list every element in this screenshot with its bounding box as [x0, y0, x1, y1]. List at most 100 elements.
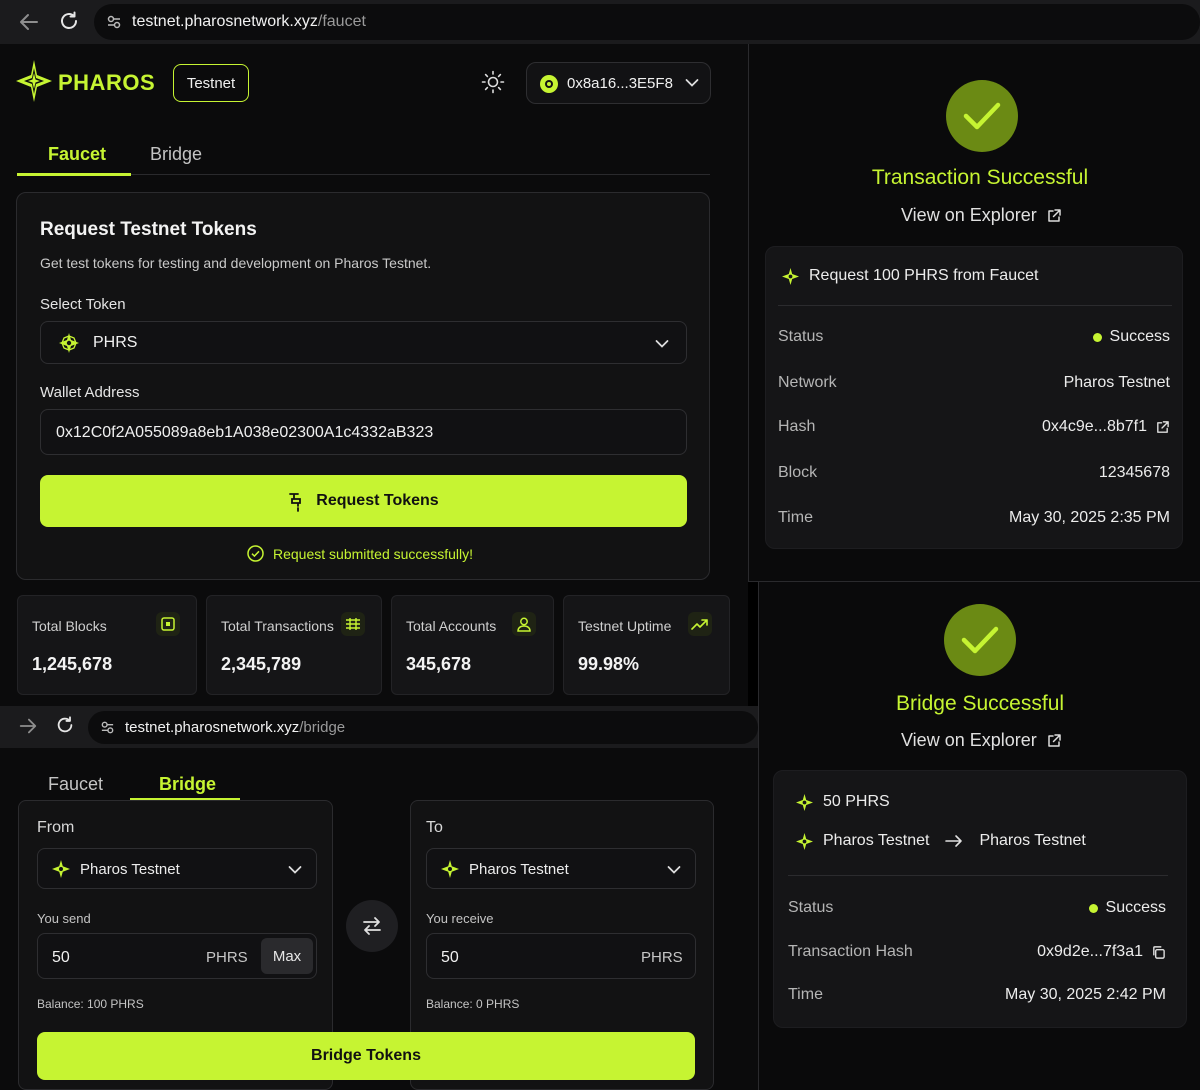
stat-label: Testnet Uptime	[578, 618, 672, 634]
wallet-address-label: Wallet Address	[40, 384, 140, 401]
site-settings-icon[interactable]	[100, 720, 115, 735]
pharos-token-icon	[441, 860, 459, 878]
time-value: May 30, 2025 2:42 PM	[1005, 986, 1166, 1003]
forward-arrow-icon[interactable]	[18, 716, 38, 736]
wallet-address-value: 0x12C0f2A055089a8eb1A038e02300A1c4332aB3…	[56, 424, 434, 441]
stat-label: Total Blocks	[32, 618, 107, 634]
swap-arrows-icon	[361, 916, 383, 936]
you-send-label: You send	[37, 911, 91, 926]
receive-balance: Balance: 0 PHRS	[426, 997, 520, 1011]
status-value: Success	[1105, 899, 1166, 916]
block-icon	[156, 612, 180, 636]
receive-amount-value: 50	[441, 949, 459, 966]
request-tokens-button[interactable]: Request Tokens	[40, 475, 687, 527]
stat-value: 345,678	[406, 654, 472, 674]
url-host: testnet.pharosnetwork.xyz	[132, 13, 318, 30]
theme-toggle-sun-icon[interactable]	[481, 70, 505, 94]
summary-text: Request 100 PHRS from Faucet	[809, 267, 1039, 284]
bridge-tokens-button[interactable]: Bridge Tokens	[37, 1032, 695, 1080]
bridge-details-card: 50 PHRS Pharos Testnet Pharos Testnet St…	[773, 770, 1187, 1028]
view-on-explorer-link[interactable]: View on Explorer	[901, 730, 1062, 751]
arrow-right-icon	[945, 834, 963, 848]
reload-icon[interactable]	[55, 715, 75, 735]
pharos-token-icon	[59, 333, 79, 353]
request-tokens-card: Request Testnet Tokens Get test tokens f…	[16, 192, 710, 580]
from-label: From	[37, 819, 75, 836]
divider	[788, 875, 1168, 876]
success-text: Request submitted successfully!	[273, 545, 473, 562]
view-on-explorer-label: View on Explorer	[901, 205, 1037, 225]
card-title: Request Testnet Tokens	[40, 219, 257, 240]
block-value: 12345678	[1098, 464, 1170, 481]
stat-total-accounts: Total Accounts 345,678	[391, 595, 554, 695]
transactions-icon	[341, 612, 365, 636]
max-label: Max	[272, 947, 302, 965]
url-path: /bridge	[299, 719, 346, 736]
from-network-select[interactable]: Pharos Testnet	[37, 848, 317, 889]
token-select[interactable]: PHRS	[40, 321, 687, 364]
url-path: /faucet	[317, 13, 366, 30]
transaction-hash-value[interactable]: 0x9d2e...7f3a1	[1037, 943, 1143, 961]
transaction-summary: Request 100 PHRS from Faucet	[782, 267, 1038, 285]
transaction-details-card: Request 100 PHRS from Faucet Status Succ…	[765, 246, 1183, 549]
browser-toolbar-faucet: testnet.pharosnetwork.xyz/faucet	[0, 0, 1200, 44]
stat-total-transactions: Total Transactions 2,345,789	[206, 595, 382, 695]
transaction-success-panel: Transaction Successful View on Explorer …	[748, 44, 1200, 582]
tab-bridge[interactable]: Bridge	[159, 774, 216, 795]
bridge-tokens-label: Bridge Tokens	[311, 1047, 421, 1064]
view-on-explorer-label: View on Explorer	[901, 730, 1037, 750]
tab-bridge[interactable]: Bridge	[150, 144, 202, 165]
you-receive-label: You receive	[426, 911, 494, 926]
receive-amount-input: 50 PHRS	[426, 933, 696, 979]
external-link-icon[interactable]	[1155, 420, 1170, 435]
bridge-success-panel: Bridge Successful View on Explorer 50 PH…	[758, 582, 1200, 1090]
tab-faucet[interactable]: Faucet	[48, 144, 106, 165]
modal-title: Bridge Successful	[895, 692, 1065, 715]
detail-row-time: Time May 30, 2025 2:42 PM	[788, 986, 1166, 1003]
pharos-token-icon	[796, 793, 813, 811]
wallet-button[interactable]: 0x8a16...3E5F8	[526, 62, 711, 104]
stat-label: Total Transactions	[221, 618, 334, 634]
view-on-explorer-link[interactable]: View on Explorer	[901, 205, 1062, 226]
site-settings-icon[interactable]	[106, 14, 122, 30]
copy-icon[interactable]	[1151, 945, 1166, 960]
request-tokens-label: Request Tokens	[316, 492, 439, 509]
divider	[778, 305, 1172, 306]
back-arrow-icon[interactable]	[18, 11, 40, 33]
stat-value: 99.98%	[578, 654, 640, 674]
modal-title: Transaction Successful	[871, 166, 1089, 189]
wallet-address-input[interactable]: 0x12C0f2A055089a8eb1A038e02300A1c4332aB3…	[40, 409, 687, 455]
success-check-icon	[946, 80, 1018, 152]
browser-toolbar-bridge: testnet.pharosnetwork.xyz/bridge	[0, 706, 758, 748]
trend-up-icon	[688, 612, 712, 636]
swap-direction-button[interactable]	[346, 900, 398, 952]
faucet-tap-icon	[288, 490, 304, 512]
success-message: Request submitted successfully!	[247, 545, 473, 562]
detail-row-time: Time May 30, 2025 2:35 PM	[778, 509, 1170, 526]
bridge-amount-value: 50 PHRS	[823, 793, 890, 810]
stat-value: 1,245,678	[32, 654, 113, 674]
pharos-logo-icon	[16, 60, 52, 102]
chevron-down-icon	[288, 865, 302, 875]
pharos-token-icon	[796, 832, 813, 850]
to-network-value: Pharos Testnet	[469, 861, 569, 878]
receive-unit: PHRS	[641, 949, 683, 966]
reload-icon[interactable]	[58, 10, 80, 32]
address-bar[interactable]: testnet.pharosnetwork.xyz/bridge	[88, 711, 758, 744]
to-network-select[interactable]: Pharos Testnet	[426, 848, 696, 889]
address-bar[interactable]: testnet.pharosnetwork.xyz/faucet	[94, 4, 1200, 40]
max-button[interactable]: Max	[261, 938, 313, 974]
bridge-amount: 50 PHRS	[796, 793, 890, 811]
tab-active-indicator	[17, 173, 131, 176]
detail-row-transaction-hash: Transaction Hash 0x9d2e...7f3a1	[788, 943, 1166, 961]
wallet-icon	[539, 74, 559, 94]
tab-faucet[interactable]: Faucet	[48, 774, 103, 795]
hash-value[interactable]: 0x4c9e...8b7f1	[1042, 418, 1147, 436]
chevron-down-icon	[685, 78, 699, 88]
time-value: May 30, 2025 2:35 PM	[1009, 509, 1170, 526]
route-to: Pharos Testnet	[979, 832, 1086, 849]
send-amount-input[interactable]: 50 PHRS Max	[37, 933, 317, 979]
detail-row-status: Status Success	[778, 328, 1170, 345]
from-network-value: Pharos Testnet	[80, 861, 180, 878]
send-unit: PHRS	[206, 949, 248, 966]
